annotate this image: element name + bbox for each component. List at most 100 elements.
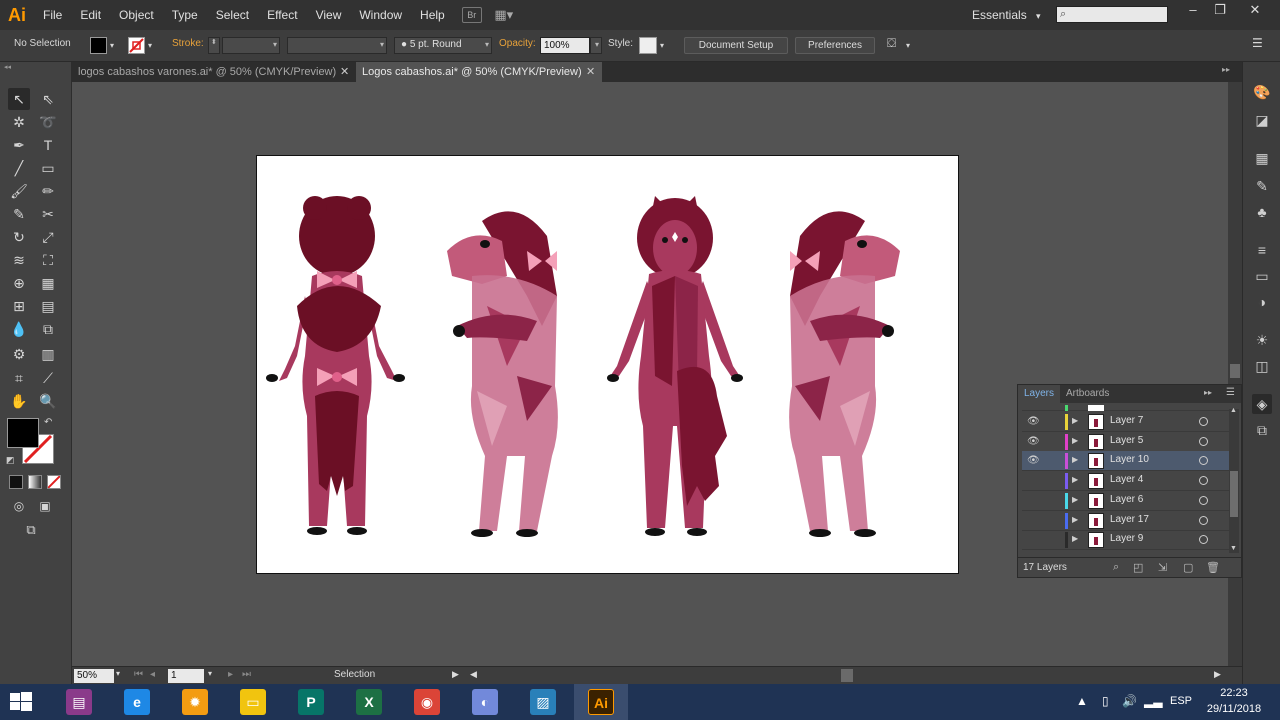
visibility-eye-icon[interactable]: 👁: [1027, 436, 1040, 447]
language-indicator[interactable]: ESP: [1170, 695, 1192, 707]
target-circle-icon[interactable]: [1199, 456, 1208, 466]
zoom-dropdown-icon[interactable]: ▾: [116, 669, 120, 678]
appearance-panel-icon[interactable]: ☀: [1252, 330, 1272, 350]
first-artboard-icon[interactable]: ⏮: [134, 669, 143, 680]
visibility-toggle[interactable]: ·: [1027, 495, 1030, 506]
visibility-eye-icon[interactable]: 👁: [1027, 416, 1040, 427]
graphic-styles-panel-icon[interactable]: ◫: [1252, 356, 1272, 376]
tab-artboards[interactable]: Artboards: [1060, 385, 1115, 403]
paintbrush-tool-icon[interactable]: 🖌: [8, 180, 30, 202]
gradient-panel-icon[interactable]: ▭: [1252, 266, 1272, 286]
taskbar-app-photos[interactable]: ▨: [516, 684, 570, 720]
gradient-tool-icon[interactable]: ▤: [37, 295, 59, 317]
scroll-up-icon[interactable]: ▲: [1230, 407, 1237, 414]
clipping-mask-icon[interactable]: ◰: [1133, 561, 1143, 574]
expand-arrow-icon[interactable]: ▶: [1072, 475, 1078, 484]
new-layer-icon[interactable]: ▢: [1183, 561, 1193, 574]
tab-logos-cabashos[interactable]: Logos cabashos.ai* @ 50% (CMYK/Preview): [356, 62, 602, 82]
layer-row[interactable]: · ▶ Layer 17: [1022, 511, 1229, 531]
tab-logos-cabashos-varones[interactable]: logos cabashos varones.ai* @ 50% (CMYK/P…: [72, 62, 356, 82]
last-artboard-icon[interactable]: ⏭: [242, 669, 251, 680]
target-circle-icon[interactable]: [1199, 495, 1208, 505]
artwork-characters[interactable]: [257, 156, 960, 575]
line-tool-icon[interactable]: ╱: [8, 157, 30, 179]
menu-file[interactable]: File: [34, 0, 71, 30]
color-mode-icon[interactable]: [9, 475, 23, 489]
drawing-mode-icon[interactable]: ◎: [8, 495, 30, 517]
menu-edit[interactable]: Edit: [71, 0, 110, 30]
layer-row[interactable]: 👁 ▶ Layer 5: [1022, 432, 1229, 452]
stroke-label[interactable]: Stroke:: [172, 38, 204, 49]
layer-row[interactable]: 👁 ▶ Layer 7: [1022, 412, 1229, 432]
taskbar-app-chrome[interactable]: ◉: [400, 684, 454, 720]
visibility-toggle[interactable]: ·: [1027, 534, 1030, 545]
taskbar-app-excel[interactable]: X: [342, 684, 396, 720]
taskbar-app-discord[interactable]: ◐: [458, 684, 512, 720]
character-front-view[interactable]: [607, 196, 743, 536]
vertical-scroll-thumb[interactable]: [1230, 364, 1240, 378]
opacity-label[interactable]: Opacity:: [499, 38, 536, 49]
brush-definition-dropdown[interactable]: ● 5 pt. Round ▾: [394, 37, 492, 54]
stroke-panel-icon[interactable]: ≡: [1252, 240, 1272, 260]
scissors-tool-icon[interactable]: ✂: [37, 203, 59, 225]
arrange-icon[interactable]: ⛋: [887, 36, 896, 51]
pen-tool-icon[interactable]: ✒: [8, 134, 30, 156]
rectangle-tool-icon[interactable]: ▭: [37, 157, 59, 179]
magic-wand-tool-icon[interactable]: ✲: [8, 111, 30, 133]
graphic-style-swatch[interactable]: [639, 37, 657, 54]
new-sublayer-icon[interactable]: ⇲: [1158, 561, 1167, 574]
slice-tool-icon[interactable]: ⟋: [37, 367, 59, 389]
volume-icon[interactable]: 🔊: [1122, 694, 1137, 708]
symbols-panel-icon[interactable]: ♣: [1252, 202, 1272, 222]
horizontal-scroll-thumb[interactable]: [841, 669, 853, 682]
hand-tool-icon[interactable]: ✋: [8, 390, 30, 412]
target-circle-icon[interactable]: [1199, 436, 1208, 446]
layer-row[interactable]: · ▶ Layer 6: [1022, 491, 1229, 511]
default-colors-icon[interactable]: ◩: [6, 455, 15, 466]
target-circle-icon[interactable]: [1199, 417, 1208, 426]
expand-arrow-icon[interactable]: ▶: [1072, 416, 1078, 425]
menu-object[interactable]: Object: [110, 0, 163, 30]
character-three-quarter-right[interactable]: [789, 211, 900, 537]
next-artboard-icon[interactable]: ▸: [228, 669, 233, 680]
free-transform-tool-icon[interactable]: ⛶: [37, 249, 59, 271]
fill-color-box[interactable]: [7, 418, 39, 448]
zoom-field[interactable]: 50%: [74, 669, 114, 683]
close-icon[interactable]: ✕: [586, 62, 595, 82]
minimize-icon[interactable]: –: [1180, 2, 1206, 18]
chevron-down-icon[interactable]: ▾: [660, 41, 664, 50]
eyedropper-tool-icon[interactable]: 💧: [8, 318, 30, 340]
arrange-documents-button[interactable]: ▦▾: [490, 7, 518, 23]
clock-date[interactable]: 29/11/2018: [1204, 703, 1264, 715]
blend-tool-icon[interactable]: ⧉: [37, 318, 59, 340]
scale-tool-icon[interactable]: ⤢: [37, 226, 59, 248]
taskbar-app-internet-explorer[interactable]: e: [110, 684, 164, 720]
gradient-mode-icon[interactable]: [28, 475, 42, 489]
layer-name[interactable]: Layer 4: [1110, 474, 1143, 485]
fill-swatch[interactable]: [90, 37, 107, 54]
target-circle-icon[interactable]: [1199, 515, 1208, 525]
scroll-down-icon[interactable]: ▼: [1230, 545, 1237, 552]
trash-icon[interactable]: 🗑: [1206, 561, 1220, 574]
layers-scroll-thumb[interactable]: [1230, 471, 1238, 517]
layer-row[interactable]: · ▶ Layer 9: [1022, 530, 1229, 551]
layer-name[interactable]: Layer 6: [1110, 494, 1143, 505]
workspace-switcher[interactable]: Essentials ▾: [972, 8, 1041, 22]
expand-arrow-icon[interactable]: ▶: [1072, 495, 1078, 504]
character-three-quarter-left[interactable]: [447, 211, 558, 537]
warp-tool-icon[interactable]: ≋: [8, 249, 30, 271]
expand-arrow-icon[interactable]: ▶: [1072, 515, 1078, 524]
layer-name[interactable]: Layer 7: [1110, 415, 1143, 426]
locate-object-icon[interactable]: ⌕: [1113, 561, 1119, 574]
expand-arrow-icon[interactable]: ▶: [1072, 534, 1078, 543]
layer-row[interactable]: 👁 ▶ Layer 10: [1022, 451, 1229, 472]
artboard-number-field[interactable]: 1: [168, 669, 204, 683]
stroke-swatch[interactable]: [128, 37, 145, 54]
type-tool-icon[interactable]: T: [37, 134, 59, 156]
expand-arrow-icon[interactable]: ▶: [1072, 455, 1078, 464]
collapse-icon[interactable]: ◂◂: [4, 63, 11, 71]
artboards-panel-icon[interactable]: ⧉: [1252, 420, 1272, 440]
collapse-icon[interactable]: ▸▸: [1222, 65, 1230, 74]
scroll-right-icon[interactable]: ▶: [1214, 669, 1221, 680]
scroll-left-icon[interactable]: ◀: [470, 669, 477, 680]
